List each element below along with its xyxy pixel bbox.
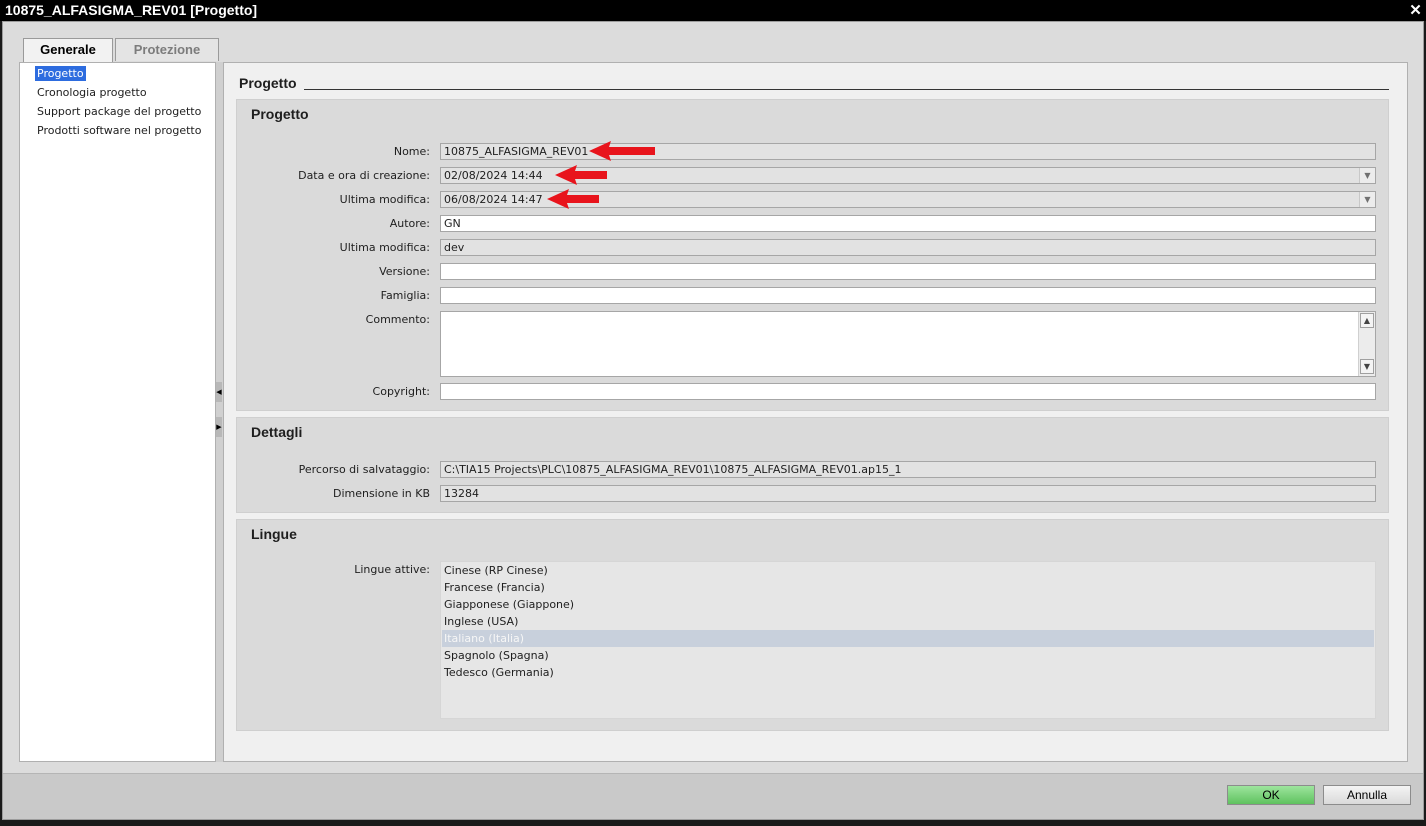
versione-field[interactable] xyxy=(440,263,1376,280)
list-item[interactable]: Tedesco (Germania) xyxy=(442,664,1374,681)
commento-scrollbar[interactable]: ▲ ▼ xyxy=(1358,312,1375,376)
nav-item-cronologia-progetto[interactable]: Cronologia progetto xyxy=(35,85,149,100)
autore-field[interactable]: GN xyxy=(440,215,1376,232)
famiglia-label: Famiglia: xyxy=(380,289,430,302)
header-divider xyxy=(304,89,1389,90)
annotation-arrow-icon xyxy=(547,189,599,209)
nav-item-progetto[interactable]: Progetto xyxy=(35,66,86,81)
percorso-label: Percorso di salvataggio: xyxy=(298,463,430,476)
collapse-left-icon[interactable]: ◀ xyxy=(216,382,222,402)
properties-dialog: Generale Protezione Progetto Cronologia … xyxy=(2,21,1424,820)
cancel-button[interactable]: Annulla xyxy=(1323,785,1411,805)
section-dettagli: Dettagli Percorso di salvataggio: C:\TIA… xyxy=(236,417,1389,513)
annotation-arrow-icon xyxy=(589,141,655,161)
properties-content: Progetto Progetto Nome: 10875_ALFASIGMA_… xyxy=(223,62,1408,762)
expand-right-icon[interactable]: ▶ xyxy=(216,417,222,437)
ultima-modifica-autore-field[interactable]: dev xyxy=(440,239,1376,256)
copyright-label: Copyright: xyxy=(372,385,430,398)
lingue-list[interactable]: Cinese (RP Cinese) Francese (Francia) Gi… xyxy=(440,561,1376,719)
dialog-button-bar: OK Annulla xyxy=(3,773,1423,819)
nav-item-support-package[interactable]: Support package del progetto xyxy=(35,104,203,119)
list-item[interactable]: Cinese (RP Cinese) xyxy=(442,562,1374,579)
list-item[interactable]: Spagnolo (Spagna) xyxy=(442,647,1374,664)
chevron-down-icon[interactable]: ▼ xyxy=(1359,192,1375,207)
dimensione-label: Dimensione in KB xyxy=(332,487,430,500)
commento-label: Commento: xyxy=(365,313,430,326)
copyright-field[interactable] xyxy=(440,383,1376,400)
annotation-arrow-shape xyxy=(589,141,655,161)
annotation-arrow-shape xyxy=(555,165,607,185)
scroll-down-icon[interactable]: ▼ xyxy=(1360,359,1374,374)
window-titlebar: 10875_ALFASIGMA_REV01 [Progetto] ✕ xyxy=(0,0,1426,21)
famiglia-field[interactable] xyxy=(440,287,1376,304)
navigation-tree: Progetto Cronologia progetto Support pac… xyxy=(19,62,216,762)
percorso-field[interactable]: C:\TIA15 Projects\PLC\10875_ALFASIGMA_RE… xyxy=(440,461,1376,478)
annotation-arrow-shape xyxy=(547,189,599,209)
data-creazione-label: Data e ora di creazione: xyxy=(298,169,430,182)
annotation-arrow-icon xyxy=(555,165,607,185)
list-item-selected[interactable]: Italiano (Italia) xyxy=(442,630,1374,647)
nav-item-prodotti-software[interactable]: Prodotti software nel progetto xyxy=(35,123,203,138)
list-item[interactable]: Giapponese (Giappone) xyxy=(442,596,1374,613)
nome-field[interactable]: 10875_ALFASIGMA_REV01 xyxy=(440,143,1376,160)
versione-label: Versione: xyxy=(379,265,430,278)
close-icon[interactable]: ✕ xyxy=(1405,0,1426,21)
panel-splitter[interactable]: ◀ ▶ xyxy=(216,62,223,762)
section-title-dettagli: Dettagli xyxy=(251,424,303,440)
lingue-attive-label: Lingue attive: xyxy=(354,563,430,576)
dimensione-field[interactable]: 13284 xyxy=(440,485,1376,502)
list-item[interactable]: Francese (Francia) xyxy=(442,579,1374,596)
section-title-progetto: Progetto xyxy=(251,106,309,122)
scroll-up-icon[interactable]: ▲ xyxy=(1360,313,1374,328)
section-lingue: Lingue Lingue attive: Cinese (RP Cinese)… xyxy=(236,519,1389,731)
window-title: 10875_ALFASIGMA_REV01 [Progetto] xyxy=(5,2,258,18)
section-progetto: Progetto Nome: 10875_ALFASIGMA_REV01 Dat… xyxy=(236,99,1389,411)
ultima-modifica-autore-label: Ultima modifica: xyxy=(339,241,430,254)
chevron-down-icon[interactable]: ▼ xyxy=(1359,168,1375,183)
commento-textarea[interactable]: ▲ ▼ xyxy=(440,311,1376,377)
list-item[interactable]: Inglese (USA) xyxy=(442,613,1374,630)
section-title-lingue: Lingue xyxy=(251,526,297,542)
autore-label: Autore: xyxy=(389,217,430,230)
tab-protezione[interactable]: Protezione xyxy=(115,38,219,61)
data-creazione-value: 02/08/2024 14:44 xyxy=(444,169,543,182)
ok-button[interactable]: OK xyxy=(1227,785,1315,805)
tab-generale[interactable]: Generale xyxy=(23,38,113,62)
content-header: Progetto xyxy=(239,75,297,91)
nome-label: Nome: xyxy=(393,145,430,158)
ultima-modifica-label: Ultima modifica: xyxy=(339,193,430,206)
ultima-modifica-value: 06/08/2024 14:47 xyxy=(444,193,543,206)
